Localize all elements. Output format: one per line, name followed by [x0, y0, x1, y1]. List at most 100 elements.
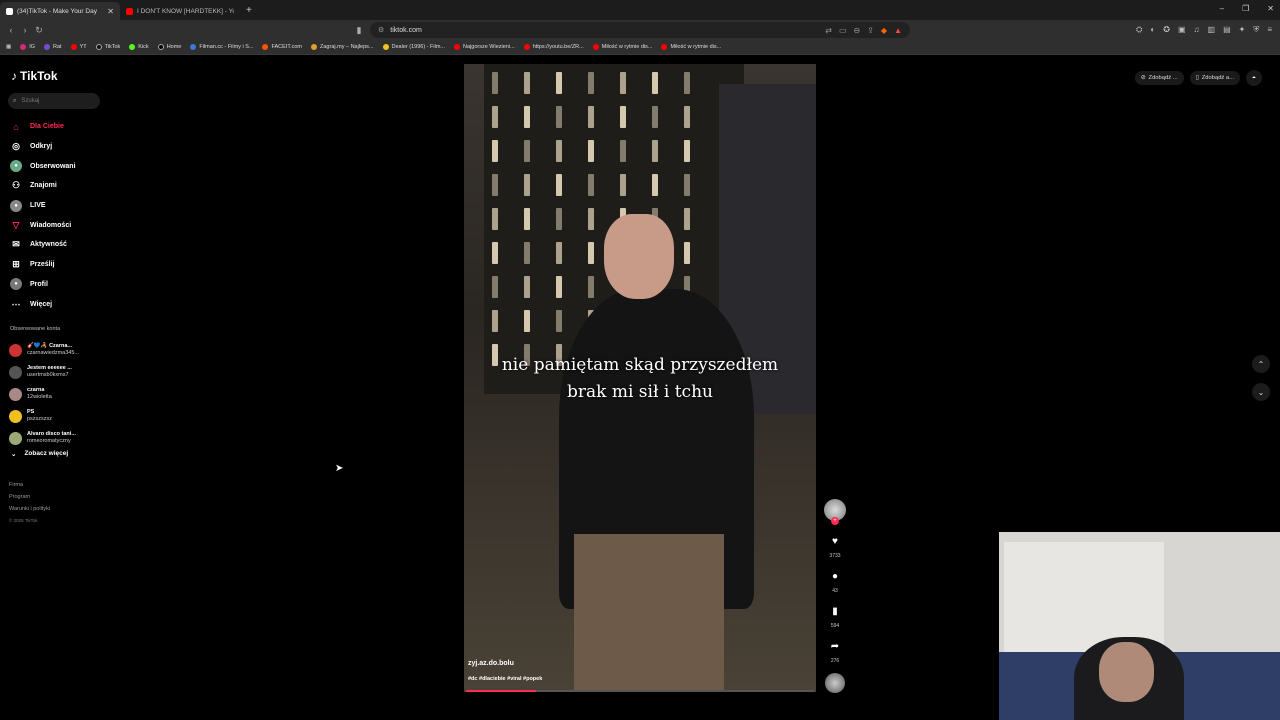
- sidebar-item-znajomi[interactable]: ⚇ Znajomi: [8, 176, 108, 196]
- building-window: [556, 140, 562, 162]
- building-window: [524, 106, 530, 128]
- brave-shield-icon[interactable]: ◆: [881, 26, 887, 35]
- site-info-icon[interactable]: ⚙: [378, 26, 384, 34]
- followed-account[interactable]: Jestem eeeeee ... usertmsb0kxms7: [9, 361, 104, 383]
- follow-plus-icon[interactable]: +: [831, 517, 839, 525]
- sidebar-item-dla-ciebie[interactable]: ⌂ Dla Ciebie: [8, 117, 108, 137]
- bookmark-item[interactable]: TikTok: [95, 44, 120, 50]
- extensions-icon[interactable]: ✦: [1239, 25, 1246, 35]
- bookmark-item[interactable]: Home: [157, 44, 181, 50]
- sidebar-item-obserwowani[interactable]: ● Obserwowani: [8, 156, 108, 176]
- close-tab-icon[interactable]: ✕: [107, 7, 114, 16]
- building-window: [524, 174, 530, 196]
- building-window: [524, 208, 530, 230]
- new-tab-button[interactable]: +: [246, 5, 252, 16]
- url-field[interactable]: ⚙ tiktok.com ⇄ ▭ ⊖ ⇪ ◆ ▲: [370, 22, 910, 38]
- minimize-icon[interactable]: –: [1220, 4, 1224, 13]
- sidebar-item-aktywnosc[interactable]: ✉ Aktywność: [8, 235, 108, 255]
- share-icon[interactable]: ⇪: [867, 26, 874, 35]
- get-app-button[interactable]: ▯ Zdobądź a...: [1189, 71, 1240, 85]
- rewards-icon[interactable]: ▲: [894, 26, 902, 35]
- account-name: Jestem eeeeee ...: [27, 365, 72, 371]
- share-icon[interactable]: ➦: [825, 636, 845, 656]
- reader-icon[interactable]: ▭: [839, 26, 847, 35]
- chevron-down-icon[interactable]: ⌄: [1252, 383, 1270, 401]
- see-more-button[interactable]: ⌄ Zobacz więcej: [11, 450, 68, 458]
- tab-tiktok[interactable]: (34)TikTok - Make Your Day ✕: [0, 2, 120, 20]
- avatar: [9, 387, 22, 401]
- creator-avatar[interactable]: +: [824, 499, 846, 525]
- bookmark-item[interactable]: FACEIT.com: [262, 44, 302, 50]
- sidebar-item-przeslij[interactable]: ⊞ Prześlij: [8, 255, 108, 275]
- chevron-up-icon[interactable]: ⌃: [1252, 355, 1270, 373]
- media-icon[interactable]: ♫: [1194, 25, 1200, 35]
- heart-icon[interactable]: ♥: [825, 531, 845, 551]
- back-icon[interactable]: ‹: [4, 25, 18, 35]
- sidebar-icon[interactable]: ▥: [1208, 25, 1216, 35]
- zoom-icon[interactable]: ⊖: [854, 26, 861, 35]
- video-progress-bar[interactable]: [466, 690, 814, 692]
- extension-icon[interactable]: ▣: [1178, 25, 1186, 35]
- bookmark-item[interactable]: Rat: [44, 44, 62, 50]
- extension-icon[interactable]: ⛭: [1136, 25, 1142, 35]
- building-window: [684, 106, 690, 128]
- tab-youtube[interactable]: I DON'T KNOW [HARDTEKK] - YouTu...: [120, 2, 240, 20]
- wallet-icon[interactable]: ▤: [1223, 25, 1231, 35]
- sidebar-item-odkryj[interactable]: ◎ Odkryj: [8, 137, 108, 157]
- extension-icon[interactable]: ✪: [1163, 25, 1170, 35]
- building-window: [492, 106, 498, 128]
- footer-link[interactable]: Program: [9, 491, 50, 503]
- apps-icon[interactable]: ▦: [6, 44, 11, 50]
- menu-icon[interactable]: ≡: [1267, 25, 1272, 35]
- building-window: [524, 72, 530, 94]
- followed-account[interactable]: 🎸💙🦂 Czarna... czarnawiedzma345...: [9, 339, 104, 361]
- forward-icon[interactable]: ›: [18, 25, 32, 35]
- translate-icon[interactable]: ⇄: [825, 26, 832, 35]
- video-player[interactable]: nie pamiętam skąd przyszedłem brak mi si…: [464, 64, 816, 692]
- bookmarks-bar: ▦ IG Rat YT TikTok Kick Home Filman.cc -…: [0, 40, 1280, 55]
- followed-account[interactable]: czarna 12wioletta: [9, 383, 104, 405]
- followed-account[interactable]: PS pszszszsz: [9, 405, 104, 427]
- close-window-icon[interactable]: ✕: [1267, 4, 1274, 13]
- extension-icon[interactable]: ◐: [1150, 25, 1155, 35]
- footer-link[interactable]: Firma: [9, 479, 50, 491]
- filmweb-icon: [382, 44, 389, 50]
- bookmark-icon[interactable]: ▮: [352, 25, 366, 36]
- tiktok-logo[interactable]: ♪ TikTok: [11, 69, 58, 83]
- footer-link[interactable]: Warunki i polityki: [9, 503, 50, 515]
- bookmark-item[interactable]: Najgorsze Wiezieni...: [454, 44, 515, 50]
- bookmark-item[interactable]: Miłość w rytmie dis...: [592, 44, 652, 50]
- youtube-favicon-icon: [126, 7, 133, 15]
- building-window: [620, 106, 626, 128]
- reload-icon[interactable]: ↻: [32, 25, 46, 36]
- restore-icon[interactable]: ❐: [1242, 4, 1249, 13]
- building-window: [652, 106, 658, 128]
- followed-account[interactable]: Alvaro disco tani... romeoromatyczny: [9, 427, 104, 449]
- sidebar-item-profil[interactable]: ● Profil: [8, 275, 108, 295]
- comment-icon[interactable]: ●: [825, 566, 845, 586]
- sidebar-item-wiecej[interactable]: ⋯ Więcej: [8, 294, 108, 314]
- bookmark-label: YT: [79, 44, 87, 50]
- music-disc-icon[interactable]: [825, 673, 845, 693]
- sidebar-item-live[interactable]: ● LIVE: [8, 196, 108, 216]
- bookmark-item[interactable]: Miłość w rytmie dis...: [661, 44, 721, 50]
- home-icon: ⌂: [13, 121, 19, 132]
- bookmark-item[interactable]: Zagraj.my – Najleps...: [311, 44, 374, 50]
- bookmark-item[interactable]: Dealer (1996) - Film...: [382, 44, 445, 50]
- bookmark-item[interactable]: Filman.cc - Filmy i S...: [190, 44, 253, 50]
- profile-avatar[interactable]: ◓: [1246, 70, 1262, 86]
- bookmark-item[interactable]: IG: [20, 44, 35, 50]
- video-author[interactable]: zyj.az.do.bolu: [468, 660, 514, 667]
- building-window: [556, 310, 562, 332]
- get-coins-button[interactable]: ⊘ Zdobądź ...: [1134, 71, 1184, 85]
- bookmark-icon[interactable]: ▮: [825, 601, 845, 621]
- share-count: 276: [830, 658, 840, 664]
- sidebar-item-wiadomosci[interactable]: ▽ Wiadomości: [8, 215, 108, 235]
- bookmark-item[interactable]: YT: [70, 44, 87, 50]
- video-hashtags[interactable]: #dc #dlaciebie #viral #popek: [468, 676, 542, 682]
- vpn-icon[interactable]: ⛨: [1253, 25, 1259, 35]
- bookmark-item[interactable]: Kick: [129, 44, 149, 50]
- search-input[interactable]: ⌕ Szukaj: [8, 93, 100, 109]
- bookmark-item[interactable]: https://youtu.be/ZR...: [523, 44, 584, 50]
- account-name: 🎸💙🦂 Czarna...: [27, 343, 72, 349]
